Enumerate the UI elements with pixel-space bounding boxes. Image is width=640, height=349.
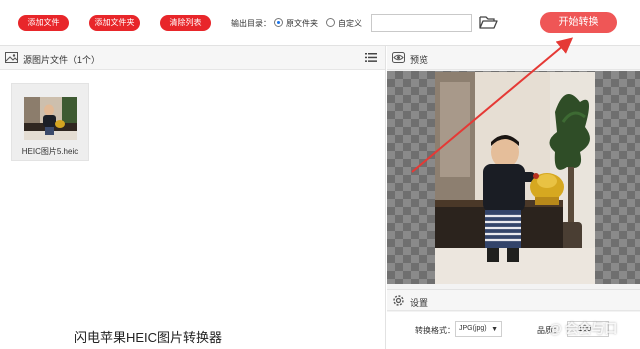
app-name-caption: 闪电苹果HEIC图片转换器 <box>74 330 223 345</box>
custom-folder-radio-label: 自定义 <box>338 19 362 28</box>
file-thumbnail <box>24 97 77 140</box>
eye-icon <box>392 52 405 63</box>
file-item[interactable]: HEIC图片5.heic <box>11 83 89 161</box>
source-files-header: 源图片文件（1个） <box>0 46 385 70</box>
format-label: 转换格式： <box>415 326 455 335</box>
add-folder-button[interactable]: 添加文件夹 <box>89 15 140 31</box>
settings-title: 设置 <box>410 298 429 308</box>
source-folder-radio-label: 原文件夹 <box>286 19 318 28</box>
format-select-value: JPG(jpg) <box>459 325 487 332</box>
add-file-button[interactable]: 添加文件 <box>18 15 69 31</box>
start-convert-button[interactable]: 开始转换 <box>540 12 617 33</box>
toolbar: 添加文件 添加文件夹 清除列表 输出目录： 原文件夹 自定义 开始转换 <box>0 0 640 46</box>
source-files-title: 源图片文件（1个） <box>23 55 101 65</box>
clear-list-button[interactable]: 清除列表 <box>160 15 211 31</box>
gear-icon <box>393 295 404 306</box>
preview-title: 预览 <box>410 55 429 65</box>
format-select[interactable]: JPG(jpg) ▼ <box>455 321 502 337</box>
settings-header: 设置 <box>387 289 640 311</box>
preview-header: 预览 <box>387 46 640 70</box>
custom-folder-radio[interactable] <box>326 18 335 27</box>
folder-open-icon[interactable] <box>479 15 498 30</box>
watermark: @ 会会与口 <box>549 321 618 336</box>
preview-panel: 预览 设置 转换格式： JPG(jpg) ▼ 品质： 100 <box>387 46 640 349</box>
output-path-input[interactable] <box>371 14 472 32</box>
preview-image <box>435 72 595 284</box>
chevron-down-icon: ▼ <box>491 326 498 333</box>
source-folder-radio[interactable] <box>274 18 283 27</box>
source-files-panel: 源图片文件（1个） HEIC图片5.heic 闪电苹果HEIC图片转换器 <box>0 46 386 349</box>
preview-canvas <box>387 71 640 284</box>
file-name: HEIC图片5.heic <box>21 147 79 156</box>
image-icon <box>5 52 18 63</box>
list-view-icon[interactable] <box>365 52 377 63</box>
output-dir-label: 输出目录： <box>231 19 271 28</box>
